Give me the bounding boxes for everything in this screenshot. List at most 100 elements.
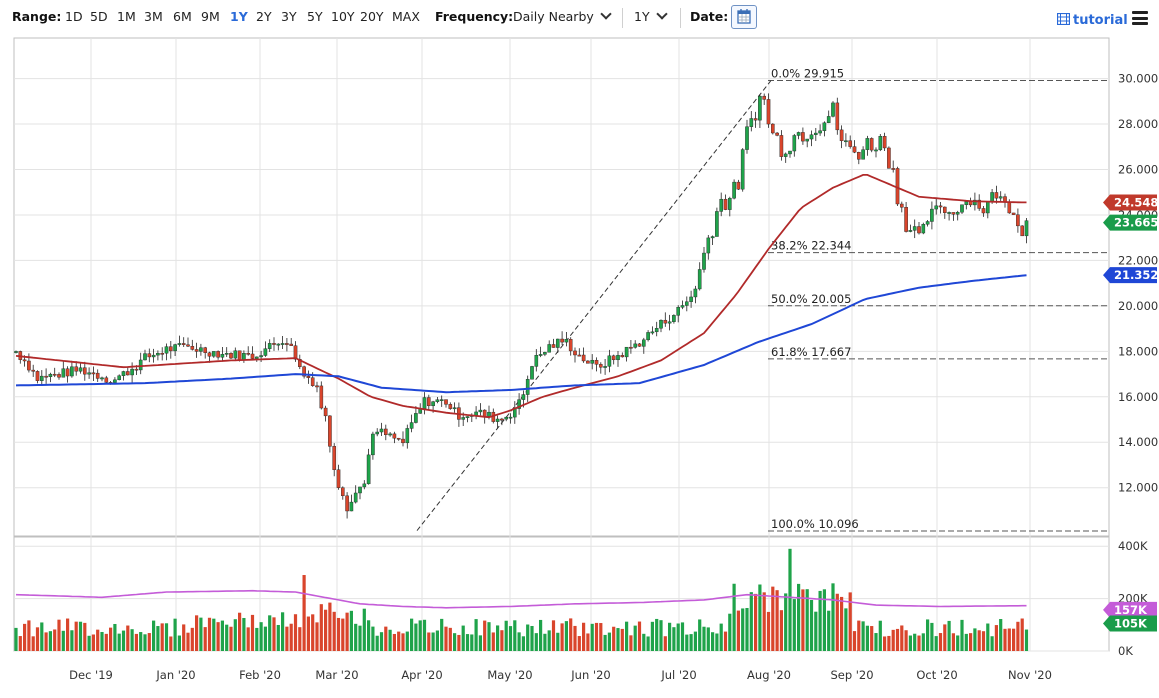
candle-body <box>95 372 100 379</box>
volume-bar <box>263 626 267 651</box>
candle-body <box>384 428 388 436</box>
candle-body <box>220 353 225 358</box>
candle-body <box>955 212 960 215</box>
volume-bar <box>762 592 766 651</box>
candle-body <box>951 212 956 215</box>
candle-body <box>603 366 607 368</box>
volume-bar <box>190 627 194 651</box>
candle-body <box>654 328 659 333</box>
candle-body <box>341 487 345 497</box>
candle-body <box>947 212 951 214</box>
volume-bar <box>715 633 719 651</box>
volume-bar <box>48 631 52 651</box>
candle-body <box>835 102 840 131</box>
volume-bar <box>599 623 603 651</box>
candle-body <box>530 366 534 380</box>
candle-body <box>362 483 367 488</box>
candle-body <box>216 351 220 358</box>
candle-body <box>900 203 904 208</box>
y-tick-label: 20.000 <box>1118 299 1158 313</box>
candle-body <box>306 375 311 378</box>
candle-body <box>715 211 719 237</box>
candle-body <box>577 354 582 357</box>
candle-body <box>27 360 31 371</box>
volume-bar <box>926 619 930 651</box>
volume-bar <box>969 633 973 651</box>
candle-body <box>427 397 431 407</box>
candle-body <box>478 409 483 413</box>
candle-body <box>633 343 637 348</box>
fib-level-label: 100.0% 10.096 <box>771 517 859 531</box>
volume-bar <box>306 616 310 651</box>
volume-bar <box>435 630 439 651</box>
y-tick-label: 30.000 <box>1118 72 1158 86</box>
candle-body <box>366 454 371 485</box>
volume-bar <box>500 630 504 651</box>
volume-bar <box>650 621 654 651</box>
candle-body <box>534 355 539 367</box>
volume-bar <box>964 633 968 651</box>
candle-body <box>78 367 83 372</box>
volume-bar <box>255 627 259 651</box>
volume-bar <box>560 623 564 651</box>
volume-bar <box>663 636 667 651</box>
candle-body <box>732 181 736 199</box>
volume-bar <box>775 590 779 651</box>
volume-bar <box>981 631 986 651</box>
volume-bar <box>668 622 672 651</box>
volume-bar <box>61 630 65 651</box>
candle-body <box>547 344 551 353</box>
volume-bar <box>711 632 715 651</box>
volume-bar <box>147 633 151 651</box>
volume-bar <box>1012 628 1016 651</box>
candle-body <box>650 331 655 334</box>
candle-body <box>465 416 470 418</box>
candle-body <box>199 347 203 352</box>
candle-body <box>233 350 238 359</box>
volume-bar <box>586 633 590 651</box>
candle-body <box>242 352 246 360</box>
volume-bar <box>749 592 753 651</box>
candle-body <box>207 352 212 357</box>
volume-bar <box>534 633 538 651</box>
volume-bar <box>852 631 857 651</box>
volume-bar <box>766 611 771 651</box>
volume-bar <box>35 627 40 651</box>
candle-body <box>444 399 448 405</box>
candle-body <box>422 397 427 409</box>
candle-body <box>749 118 754 127</box>
candle-body <box>736 181 741 190</box>
volume-bar <box>225 624 229 651</box>
volume-bar <box>276 624 280 651</box>
candle-body <box>401 438 405 444</box>
volume-bar <box>289 623 293 651</box>
volume-bar <box>470 634 474 651</box>
volume-bar <box>465 634 470 651</box>
candle-body <box>753 118 758 121</box>
volume-bar <box>895 628 900 651</box>
volume-bar <box>293 614 298 651</box>
volume-bar <box>607 632 611 651</box>
volume-bar <box>620 628 624 651</box>
candle-body <box>14 351 18 353</box>
candle-body <box>504 416 509 420</box>
volume-bar <box>1016 621 1020 651</box>
candle-body <box>710 236 715 239</box>
volume-bar <box>633 625 637 651</box>
volume-bar <box>328 602 332 651</box>
candle-body <box>91 372 96 375</box>
volume-bar <box>453 633 457 651</box>
candle-body <box>659 319 663 329</box>
candle-body <box>921 224 926 234</box>
volume-bar <box>483 620 487 651</box>
candle-body <box>573 350 577 356</box>
candle-body <box>779 135 784 157</box>
candle-body <box>706 237 711 254</box>
volume-bar <box>646 636 650 651</box>
volume-bar <box>53 629 57 651</box>
candle-body <box>104 377 109 383</box>
volume-bar <box>891 629 895 651</box>
candle-body <box>1024 220 1029 237</box>
volume-bar <box>121 630 126 651</box>
candle-body <box>52 373 57 376</box>
